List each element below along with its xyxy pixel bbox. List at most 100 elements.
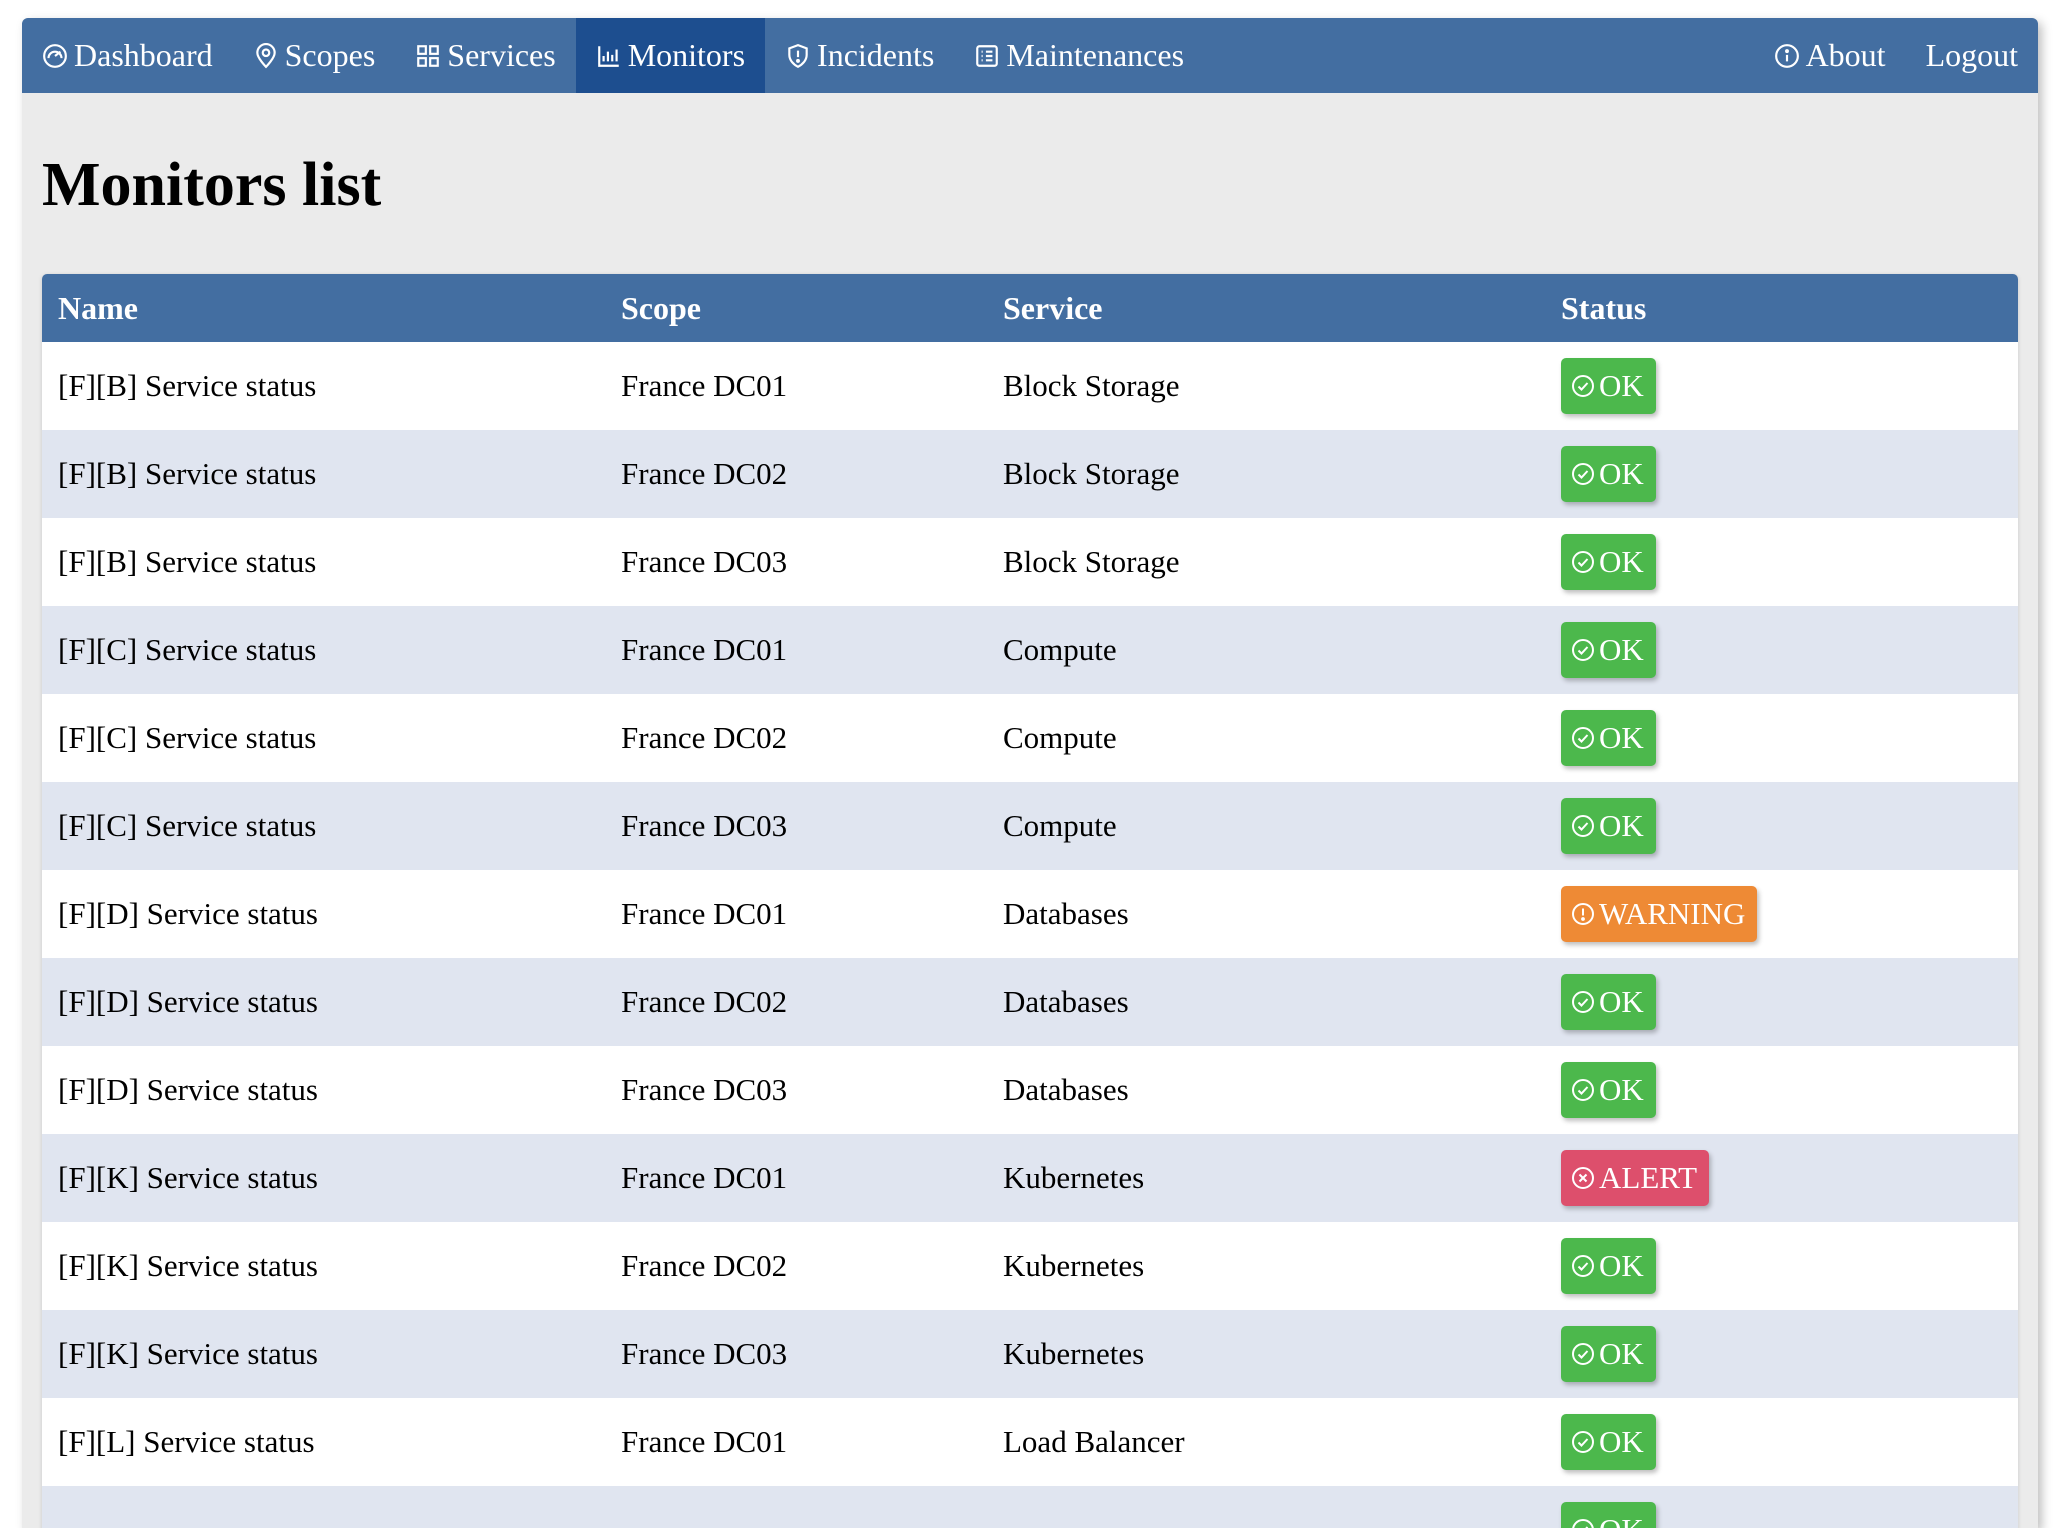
cell-service: Databases bbox=[1003, 896, 1129, 931]
cell-service: Compute bbox=[1003, 632, 1117, 667]
cell-status: OK bbox=[1545, 430, 2018, 518]
table-row[interactable]: [F][B] Service status France DC03 Block St… bbox=[42, 518, 2018, 606]
cell-status: OK bbox=[1545, 1046, 2018, 1134]
status-badge[interactable]: OK bbox=[1561, 622, 1656, 678]
status-badge[interactable]: OK bbox=[1561, 446, 1656, 502]
list-icon bbox=[976, 44, 999, 67]
status-badge[interactable]: OK bbox=[1561, 1326, 1656, 1382]
table-row[interactable]: [F][C] Service status France DC01 Compute O… bbox=[42, 606, 2018, 694]
nav-about[interactable]: About bbox=[1754, 18, 1906, 93]
cell-name: [F][C] Service status bbox=[58, 720, 317, 755]
column-header-name[interactable]: Name bbox=[42, 274, 605, 342]
status-badge[interactable]: OK bbox=[1561, 974, 1656, 1030]
cell-status: OK bbox=[1545, 694, 2018, 782]
table-row[interactable]: [F][B] Service status France DC01 Block St… bbox=[42, 342, 2018, 430]
cell-service: Kubernetes bbox=[1003, 1336, 1145, 1371]
cell-status: OK bbox=[1545, 1310, 2018, 1398]
nav-scopes[interactable]: Scopes bbox=[233, 18, 396, 93]
dashboard-gauge-icon bbox=[43, 43, 67, 68]
check-circle-icon bbox=[1572, 463, 1594, 485]
cell-status: OK bbox=[1545, 1398, 2018, 1486]
cell-name: [F][B] Service status bbox=[58, 544, 317, 579]
status-badge[interactable]: OK bbox=[1561, 534, 1656, 590]
nav-dashboard[interactable]: Dashboard bbox=[22, 18, 233, 93]
check-circle-icon bbox=[1572, 1519, 1594, 1528]
table-row[interactable]: [F][C] Service status France DC03 Compute O… bbox=[42, 782, 2018, 870]
status-badge[interactable]: OK bbox=[1561, 1238, 1656, 1294]
check-circle-icon bbox=[1572, 815, 1594, 837]
table-row[interactable]: [F][K] Service status France DC01 Kubernet… bbox=[42, 1134, 2018, 1222]
status-badge-label: OK bbox=[1599, 1336, 1644, 1371]
cell-status: OK bbox=[1545, 1222, 2018, 1310]
cell-service: Kubernetes bbox=[1003, 1248, 1145, 1283]
table-row[interactable]: [F][L] Service status France DC01 Load Bal… bbox=[42, 1398, 2018, 1486]
table-body: [F][B] Service status France DC01 Block St… bbox=[42, 342, 2018, 1528]
cell-status: OK bbox=[1545, 606, 2018, 694]
nav-maintenances-label: Maintenances bbox=[1006, 37, 1185, 73]
status-badge[interactable]: ALERT bbox=[1561, 1150, 1710, 1206]
status-badge[interactable]: WARNING bbox=[1561, 886, 1758, 942]
cell-scope: France DC02 bbox=[621, 720, 788, 755]
table-row[interactable]: [F][K] Service status France DC03 Kubernet… bbox=[42, 1310, 2018, 1398]
cell-scope: France DC03 bbox=[621, 544, 788, 579]
cell-scope: France DC03 bbox=[621, 808, 788, 843]
table-row[interactable]: [F][D] Service status France DC01 Database… bbox=[42, 870, 2018, 958]
column-header-service[interactable]: Service bbox=[987, 274, 1545, 342]
column-header-scope[interactable]: Scope bbox=[605, 274, 987, 342]
status-badge[interactable]: OK bbox=[1561, 798, 1656, 854]
cell-status: WARNING bbox=[1545, 870, 2018, 958]
cell-service: Compute bbox=[1003, 808, 1117, 843]
page-title: Monitors list bbox=[42, 151, 382, 219]
table-row[interactable]: [F][D] Service status France DC03 Database… bbox=[42, 1046, 2018, 1134]
nav-services-label: Services bbox=[447, 37, 556, 73]
cell-name: [F][K] Service status bbox=[58, 1248, 318, 1283]
nav-dashboard-label: Dashboard bbox=[74, 37, 213, 73]
cell-name: [F][D] Service status bbox=[58, 984, 318, 1019]
status-badge[interactable]: OK bbox=[1561, 358, 1656, 414]
status-badge-label: OK bbox=[1599, 1248, 1644, 1283]
cell-status: OK bbox=[1545, 782, 2018, 870]
nav-monitors[interactable]: Monitors bbox=[575, 18, 766, 93]
table-row[interactable]: OK bbox=[42, 1486, 2018, 1528]
check-circle-icon bbox=[1572, 991, 1594, 1013]
check-circle-icon bbox=[1572, 1431, 1594, 1453]
status-badge-label: OK bbox=[1599, 456, 1644, 491]
status-badge[interactable]: OK bbox=[1561, 1414, 1656, 1470]
cell-name: [F][B] Service status bbox=[58, 368, 317, 403]
table-row[interactable]: [F][B] Service status France DC02 Block St… bbox=[42, 430, 2018, 518]
status-badge[interactable]: OK bbox=[1561, 710, 1656, 766]
cell-name: [F][C] Service status bbox=[58, 808, 317, 843]
nav-monitors-label: Monitors bbox=[627, 37, 746, 73]
nav-about-label: About bbox=[1805, 37, 1886, 73]
check-circle-icon bbox=[1572, 727, 1594, 749]
check-circle-icon bbox=[1572, 1343, 1594, 1365]
cell-service: Block Storage bbox=[1003, 544, 1180, 579]
cell-name: [F][D] Service status bbox=[58, 896, 318, 931]
table-row[interactable]: [F][K] Service status France DC02 Kubernet… bbox=[42, 1222, 2018, 1310]
check-circle-icon bbox=[1572, 1079, 1594, 1101]
cell-name: [F][D] Service status bbox=[58, 1072, 318, 1107]
exclamation-circle-icon bbox=[1572, 903, 1594, 925]
nav-maintenances[interactable]: Maintenances bbox=[954, 18, 1204, 93]
status-badge-label: OK bbox=[1599, 368, 1644, 403]
nav-services[interactable]: Services bbox=[395, 18, 575, 93]
cell-scope: France DC03 bbox=[621, 1336, 788, 1371]
status-badge[interactable]: OK bbox=[1561, 1062, 1656, 1118]
nav-incidents[interactable]: Incidents bbox=[765, 18, 954, 93]
column-header-status[interactable]: Status bbox=[1545, 274, 2018, 342]
table-row[interactable]: [F][C] Service status France DC02 Compute O… bbox=[42, 694, 2018, 782]
status-badge[interactable]: OK bbox=[1561, 1502, 1656, 1528]
nav-logout-label: Logout bbox=[1925, 37, 2018, 73]
table-row[interactable]: [F][D] Service status France DC02 Database… bbox=[42, 958, 2018, 1046]
cell-status: OK bbox=[1545, 342, 2018, 430]
nav-logout[interactable]: Logout bbox=[1906, 18, 2038, 93]
status-badge-label: OK bbox=[1599, 1072, 1644, 1107]
cell-service: Databases bbox=[1003, 1072, 1129, 1107]
status-badge-label: OK bbox=[1599, 720, 1644, 755]
status-badge-label: WARNING bbox=[1599, 896, 1746, 931]
status-badge-label: OK bbox=[1599, 632, 1644, 667]
cell-scope bbox=[605, 1486, 987, 1528]
grid-icon bbox=[417, 44, 440, 67]
cell-status: OK bbox=[1545, 1486, 2018, 1528]
